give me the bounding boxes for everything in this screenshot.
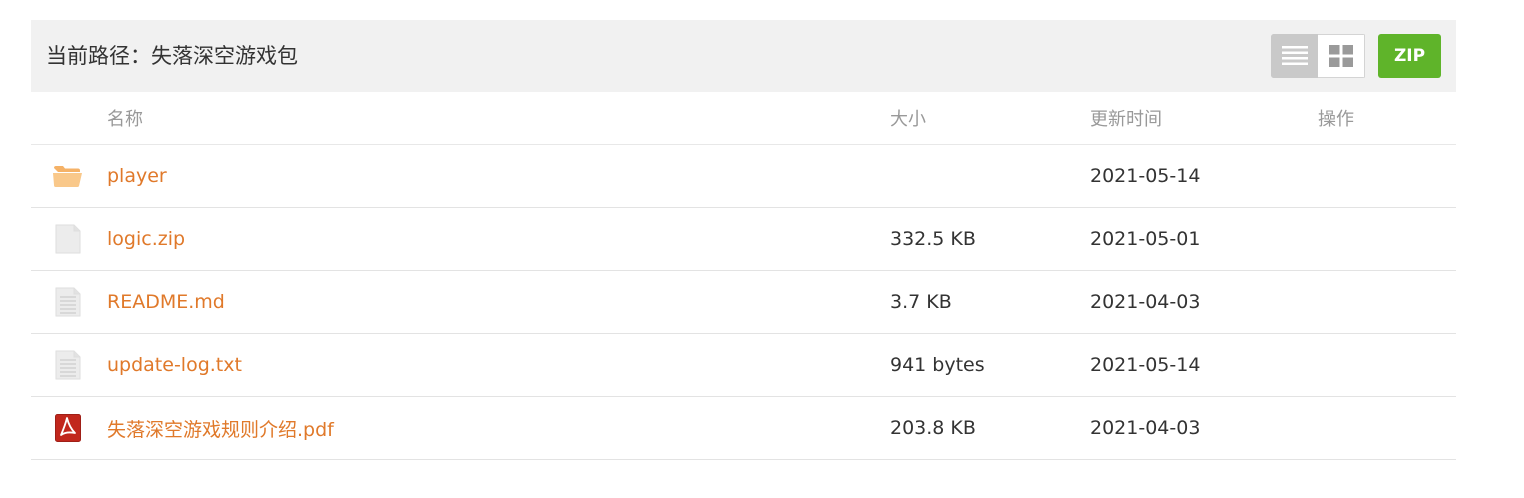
file-time: 2021-05-01 bbox=[1090, 228, 1201, 250]
table-row[interactable]: player 2021-05-14 bbox=[31, 145, 1456, 208]
column-header-name[interactable]: 名称 bbox=[107, 92, 143, 144]
column-header-time[interactable]: 更新时间 bbox=[1090, 92, 1162, 144]
text-file-icon bbox=[51, 271, 85, 333]
list-view-button[interactable] bbox=[1271, 34, 1318, 78]
table-row[interactable]: 失落深空游戏规则介绍.pdf 203.8 KB 2021-04-03 bbox=[31, 397, 1456, 460]
file-time: 2021-04-03 bbox=[1090, 417, 1201, 439]
path-bar: 当前路径：失落深空游戏包 ZIP bbox=[31, 20, 1456, 92]
file-name-link[interactable]: update-log.txt bbox=[107, 354, 242, 376]
list-view-icon bbox=[1281, 46, 1308, 65]
file-time: 2021-05-14 bbox=[1090, 354, 1201, 376]
file-name-link[interactable]: logic.zip bbox=[107, 228, 185, 250]
table-row[interactable]: update-log.txt 941 bytes 2021-05-14 bbox=[31, 334, 1456, 397]
table-header: 名称 大小 更新时间 操作 bbox=[31, 92, 1456, 145]
zip-download-button[interactable]: ZIP bbox=[1378, 34, 1441, 78]
grid-view-icon bbox=[1329, 45, 1353, 67]
table-row[interactable]: logic.zip 332.5 KB 2021-05-01 bbox=[31, 208, 1456, 271]
file-name-link[interactable]: 失落深空游戏规则介绍.pdf bbox=[107, 415, 334, 442]
file-name-link[interactable]: player bbox=[107, 165, 167, 187]
file-time: 2021-05-14 bbox=[1090, 165, 1201, 187]
folder-icon bbox=[51, 145, 85, 207]
view-toggle bbox=[1271, 34, 1366, 78]
column-header-size[interactable]: 大小 bbox=[890, 92, 926, 144]
file-size: 3.7 KB bbox=[890, 291, 952, 313]
pdf-icon bbox=[51, 397, 85, 459]
grid-view-button[interactable] bbox=[1318, 34, 1365, 78]
file-table: 名称 大小 更新时间 操作 player 2021-05-14 logic.zi… bbox=[31, 92, 1456, 460]
file-browser: 当前路径：失落深空游戏包 ZIP 名称 大小 更新时间 操作 player 20… bbox=[31, 20, 1456, 460]
text-file-icon bbox=[51, 334, 85, 396]
file-time: 2021-04-03 bbox=[1090, 291, 1201, 313]
current-path: 当前路径：失落深空游戏包 bbox=[46, 44, 298, 68]
file-size: 203.8 KB bbox=[890, 417, 976, 439]
column-header-ops: 操作 bbox=[1318, 109, 1354, 130]
file-size: 332.5 KB bbox=[890, 228, 976, 250]
table-row[interactable]: README.md 3.7 KB 2021-04-03 bbox=[31, 271, 1456, 334]
file-name-link[interactable]: README.md bbox=[107, 291, 225, 313]
file-size: 941 bytes bbox=[890, 354, 985, 376]
blank-file-icon bbox=[51, 208, 85, 270]
